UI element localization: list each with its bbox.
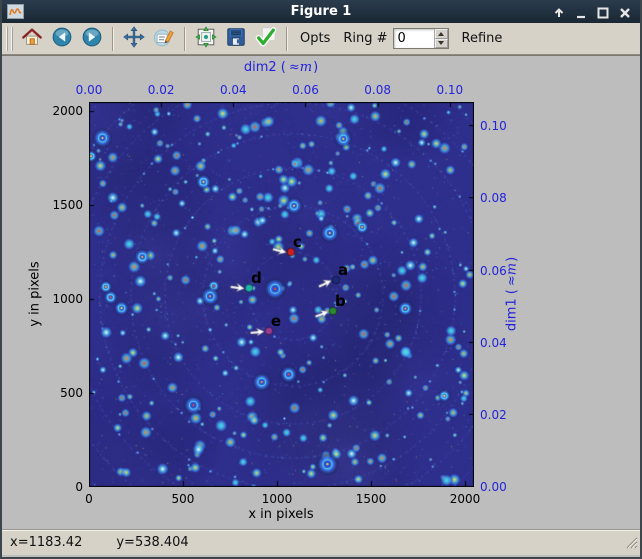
- back-arrow-icon: [51, 26, 73, 52]
- top-axis-tick: 0.10: [436, 83, 464, 97]
- home-button[interactable]: [17, 25, 47, 53]
- right-axis-label: dim1 (≈m): [504, 256, 520, 332]
- window-maximize-button[interactable]: [596, 5, 610, 19]
- calibration-point-label: a: [338, 261, 349, 280]
- y-axis-tick: 1500: [52, 198, 83, 213]
- x-axis-tick: 1000: [261, 492, 293, 506]
- x-axis-tick: 0: [85, 492, 93, 506]
- floppy-save-icon: [225, 26, 247, 52]
- ring-number-label: Ring #: [343, 31, 388, 46]
- y-axis-label: y in pixels: [27, 261, 43, 327]
- forward-arrow-icon: [81, 26, 103, 52]
- y-axis-tick: 500: [60, 386, 83, 400]
- y-axis-tick: 1000: [52, 292, 83, 306]
- pencil-note-icon: [153, 26, 175, 52]
- calibration-point-label: b: [335, 292, 346, 311]
- spin-down-icon: [438, 41, 445, 46]
- top-axis-tick: 0.06: [292, 83, 319, 97]
- home-icon: [21, 26, 43, 52]
- subplots-button[interactable]: [191, 25, 221, 53]
- top-axis-label: dim2 (≈m): [243, 60, 319, 75]
- ring-number-spinbox[interactable]: 0: [392, 28, 449, 49]
- customize-button[interactable]: [149, 25, 179, 53]
- matplotlib-logo-icon: [7, 4, 24, 19]
- right-axis-tick: 0.06: [480, 263, 507, 278]
- spinbox-down-button[interactable]: [434, 38, 448, 48]
- refine-button[interactable]: Refine: [455, 27, 510, 50]
- back-button[interactable]: [47, 25, 77, 53]
- top-axis-tick: 0.08: [364, 83, 392, 97]
- y-axis-tick: 2000: [52, 104, 83, 119]
- calibration-point-label: c: [292, 233, 302, 251]
- calibration-point-label: e: [270, 311, 282, 330]
- toolbar-separator: [112, 26, 114, 51]
- right-axis-tick: 0.10: [480, 119, 507, 134]
- calibration-point-label: d: [250, 269, 262, 288]
- forward-button[interactable]: [77, 25, 107, 53]
- x-axis-tick: 500: [171, 492, 195, 506]
- right-axis-tick: 0.00: [480, 480, 507, 494]
- spin-up-icon: [438, 31, 445, 36]
- cursor-x-readout: x=1183.42: [10, 535, 83, 550]
- window-title: Figure 1: [290, 4, 352, 19]
- save-button[interactable]: [221, 25, 251, 53]
- checkmark-icon: [255, 26, 277, 52]
- x-axis-tick: 2000: [449, 492, 481, 506]
- right-axis-tick: 0.04: [480, 335, 507, 350]
- ring-number-value[interactable]: 0: [394, 29, 434, 48]
- right-axis-tick: 0.08: [480, 191, 507, 206]
- toolbar-separator: [286, 26, 288, 51]
- figure-window: Figure 1 Opts Ring # 0 Refine dim2 (≈m)…: [0, 0, 642, 559]
- apply-button[interactable]: [251, 25, 281, 53]
- window-titlebar[interactable]: Figure 1: [2, 0, 640, 23]
- statusbar: x=1183.42 y=538.404: [2, 529, 640, 555]
- subplots-config-icon: [195, 25, 217, 52]
- x-axis-label: x in pixels: [248, 507, 314, 522]
- pan-arrows-icon: [123, 25, 145, 52]
- top-axis-tick: 0.04: [219, 83, 247, 97]
- resize-grip[interactable]: [625, 536, 638, 553]
- x-axis-tick: 1500: [355, 492, 387, 506]
- right-axis-tick: 0.02: [480, 407, 507, 422]
- y-axis-tick: 0: [75, 480, 83, 494]
- window-rollup-button[interactable]: [552, 5, 566, 19]
- window-minimize-button[interactable]: [574, 5, 588, 19]
- opts-button[interactable]: Opts: [293, 27, 337, 50]
- figure-toolbar: Opts Ring # 0 Refine: [2, 23, 640, 55]
- spinbox-up-button[interactable]: [434, 29, 448, 39]
- cursor-y-readout: y=538.404: [116, 535, 189, 550]
- top-axis-tick: 0.02: [147, 83, 175, 97]
- diffraction-image-plot[interactable]: [89, 102, 474, 487]
- figure-canvas-area: dim2 (≈m) dim1 (≈m) x in pixels y in pix…: [2, 55, 640, 529]
- top-axis-tick: 0.00: [75, 83, 103, 97]
- toolbar-drag-handle[interactable]: [6, 26, 13, 51]
- toolbar-separator: [184, 26, 186, 51]
- pan-button[interactable]: [119, 25, 149, 53]
- window-close-button[interactable]: [618, 5, 632, 19]
